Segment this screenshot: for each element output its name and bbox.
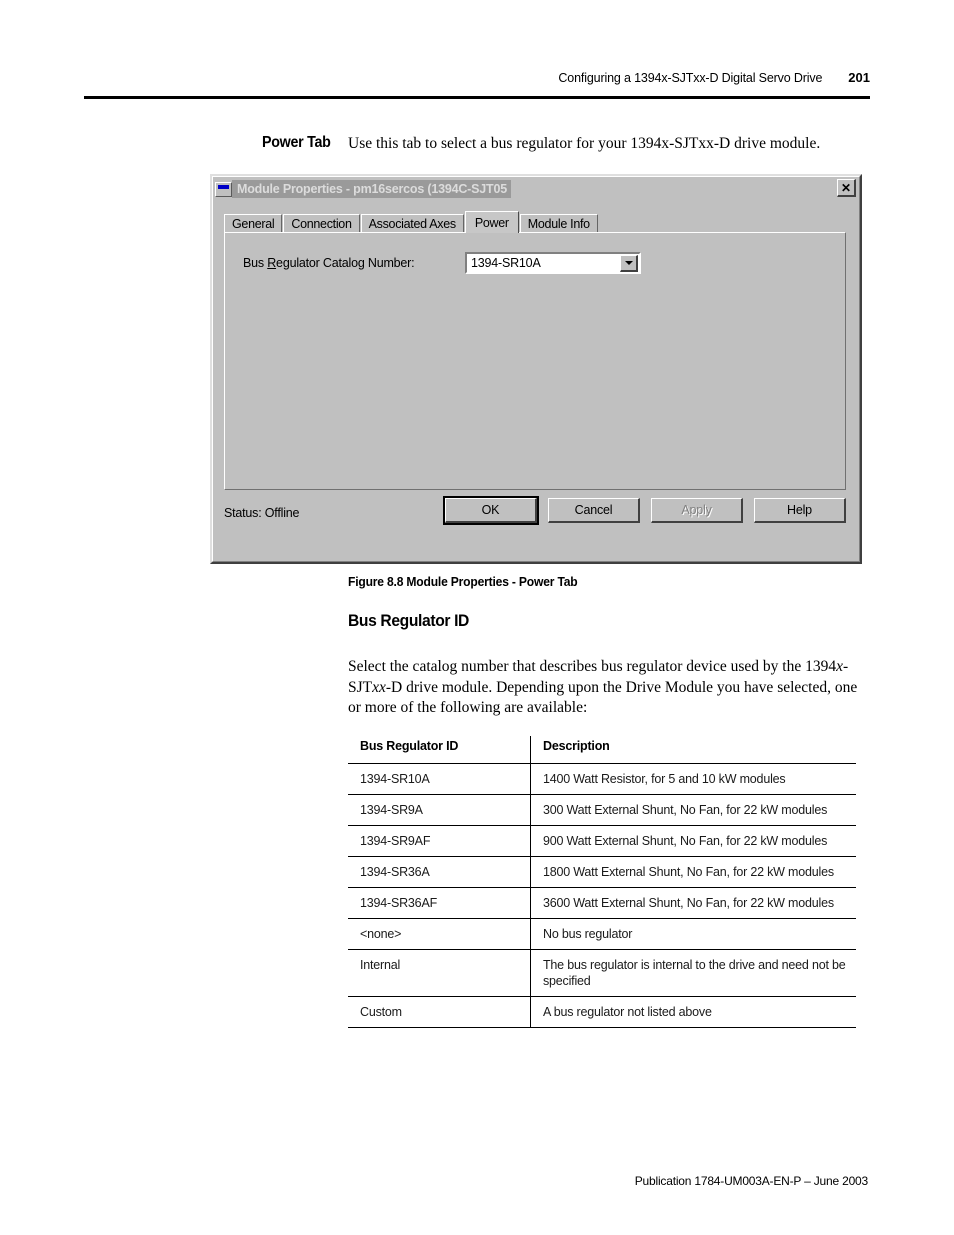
tab-associated-axes[interactable]: Associated Axes — [360, 214, 464, 233]
bus-regulator-label: Bus Regulator Catalog Number: — [243, 256, 415, 270]
header-title: Configuring a 1394x-SJTxx-D Digital Serv… — [558, 71, 823, 85]
tab-general[interactable]: General — [224, 214, 283, 233]
body-paragraph: Select the catalog number that describes… — [348, 657, 860, 719]
section-label: Power Tab — [262, 134, 331, 151]
table-row: Internal The bus regulator is internal t… — [348, 949, 856, 997]
bus-regulator-table: Bus Regulator ID Description 1394-SR10A … — [348, 736, 856, 1028]
bus-regulator-catalog-select[interactable]: 1394-SR10A — [465, 252, 641, 274]
tab-power[interactable]: Power — [464, 211, 519, 233]
cell-description: 1800 Watt External Shunt, No Fan, for 22… — [530, 856, 856, 888]
cell-id: 1394-SR9AF — [348, 825, 531, 857]
cell-description: 300 Watt External Shunt, No Fan, for 22 … — [530, 794, 856, 826]
page-number: 201 — [848, 70, 870, 85]
body-line-2a: 1394 — [805, 658, 837, 675]
table-header-description: Description — [530, 736, 856, 764]
table-body: 1394-SR10A 1400 Watt Resistor, for 5 and… — [348, 763, 856, 1028]
table-head: Bus Regulator ID Description — [348, 736, 856, 764]
cell-description: 3600 Watt External Shunt, No Fan, for 22… — [530, 887, 856, 919]
dialog-title: Module Properties - pm16sercos (1394C-SJ… — [232, 180, 511, 198]
cell-description: The bus regulator is internal to the dri… — [530, 949, 856, 997]
table-header-bus-regulator-id: Bus Regulator ID — [348, 736, 531, 764]
dialog-button-row: OK Cancel Apply Help — [443, 496, 846, 525]
table-row: Custom A bus regulator not listed above — [348, 996, 856, 1028]
section-intro-text: Use this tab to select a bus regulator f… — [348, 135, 821, 152]
cell-id: Internal — [348, 949, 531, 997]
table-row: 1394-SR36A 1800 Watt External Shunt, No … — [348, 856, 856, 888]
page-header: Configuring a 1394x-SJTxx-D Digital Serv… — [84, 70, 870, 85]
chevron-down-icon[interactable] — [620, 254, 638, 272]
table-row: <none> No bus regulator — [348, 918, 856, 950]
cell-id: 1394-SR36AF — [348, 887, 531, 919]
tab-module-info[interactable]: Module Info — [519, 214, 598, 233]
apply-button: Apply — [651, 498, 743, 523]
bus-regulator-value: 1394-SR10A — [471, 256, 541, 270]
dialog-tabstrip: General Connection Associated Axes Power… — [224, 211, 846, 233]
cell-description: A bus regulator not listed above — [530, 996, 856, 1028]
help-button[interactable]: Help — [754, 498, 846, 523]
cancel-button[interactable]: Cancel — [548, 498, 640, 523]
dialog-status: Status: Offline — [224, 506, 300, 520]
tab-connection[interactable]: Connection — [283, 214, 360, 233]
cell-description: 900 Watt External Shunt, No Fan, for 22 … — [530, 825, 856, 857]
window-icon — [215, 181, 232, 197]
body-line-2-italic-xx: xx — [372, 678, 386, 696]
cell-id: 1394-SR36A — [348, 856, 531, 888]
cell-description: 1400 Watt Resistor, for 5 and 10 kW modu… — [530, 763, 856, 795]
ok-button[interactable]: OK — [443, 496, 539, 525]
body-line-2-italic-x: x — [836, 658, 843, 675]
cell-description: No bus regulator — [530, 918, 856, 950]
body-line-2c: -D drive module. Depending upon the Driv… — [385, 678, 774, 696]
figure-caption: Figure 8.8 Module Properties - Power Tab — [348, 574, 578, 589]
body-line-1: Select the catalog number that describes… — [348, 658, 802, 675]
cell-id: <none> — [348, 918, 531, 950]
subheading-bus-regulator-id: Bus Regulator ID — [348, 611, 469, 630]
close-icon[interactable]: ✕ — [837, 179, 856, 197]
cell-id: Custom — [348, 996, 531, 1028]
cell-id: 1394-SR9A — [348, 794, 531, 826]
page-footer: Publication 1784-UM003A-EN-P – June 2003 — [634, 1174, 868, 1188]
table-row: 1394-SR10A 1400 Watt Resistor, for 5 and… — [348, 763, 856, 795]
power-tab-panel: Bus Regulator Catalog Number: 1394-SR10A — [224, 232, 846, 490]
table-row: 1394-SR9AF 900 Watt External Shunt, No F… — [348, 825, 856, 857]
cell-id: 1394-SR10A — [348, 763, 531, 795]
dialog-titlebar: Module Properties - pm16sercos (1394C-SJ… — [214, 178, 858, 200]
table-row: 1394-SR9A 300 Watt External Shunt, No Fa… — [348, 794, 856, 826]
header-rule — [84, 96, 870, 99]
bus-regulator-field-row: Bus Regulator Catalog Number: 1394-SR10A — [243, 252, 641, 274]
section-intro: Use this tab to select a bus regulator f… — [348, 134, 868, 154]
table-header-row: Bus Regulator ID Description — [348, 736, 856, 764]
table-row: 1394-SR36AF 3600 Watt External Shunt, No… — [348, 887, 856, 919]
module-properties-dialog: Module Properties - pm16sercos (1394C-SJ… — [210, 174, 862, 564]
